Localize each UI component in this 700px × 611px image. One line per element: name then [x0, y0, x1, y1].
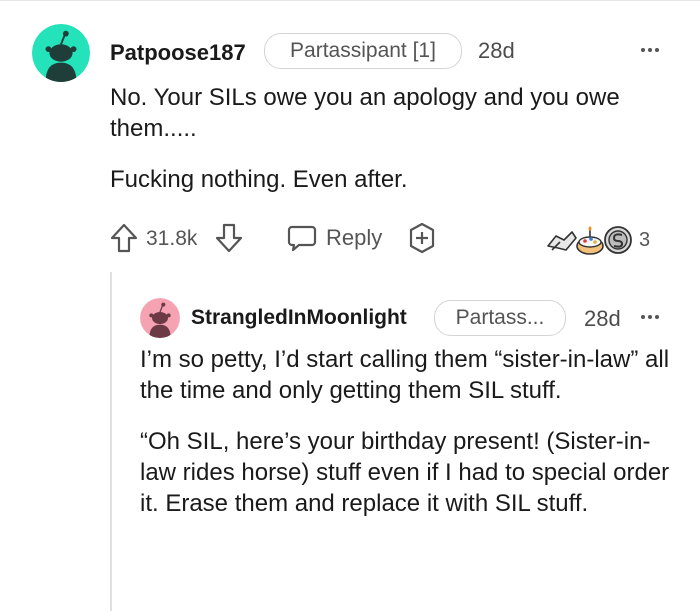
reply-body: I’m so petty, I’d start calling them “si…	[140, 344, 675, 519]
comment-paragraph: Fucking nothing. Even after.	[110, 166, 408, 193]
top-divider	[0, 0, 700, 1]
reply-label: Reply	[326, 225, 383, 250]
more-options-icon[interactable]	[641, 315, 659, 319]
thread-line[interactable]	[110, 272, 112, 611]
user-flair: Partassipant [1]	[264, 33, 462, 69]
snoo-avatar-icon	[140, 298, 180, 338]
username[interactable]: StrangledInMoonlight	[191, 306, 407, 330]
give-award-icon	[409, 222, 435, 254]
reply-button[interactable]: Reply	[286, 222, 382, 254]
vote-score: 31.8k	[146, 227, 198, 250]
user-avatar[interactable]	[140, 298, 180, 338]
upvote-button[interactable]	[109, 222, 139, 254]
awards-list[interactable]	[546, 224, 636, 256]
more-options-icon[interactable]	[641, 48, 659, 52]
username[interactable]: Patpoose187	[110, 40, 246, 66]
comment-age[interactable]: 28d	[584, 306, 621, 332]
downvote-icon	[215, 223, 243, 253]
award-count: 3	[639, 229, 651, 251]
comment-age[interactable]: 28d	[478, 38, 515, 64]
downvote-button[interactable]	[214, 222, 244, 254]
user-flair: Partass...	[434, 300, 566, 336]
reply-paragraph: I’m so petty, I’d start calling them “si…	[140, 346, 670, 404]
upvote-icon	[110, 223, 138, 253]
reply-paragraph: “Oh SIL, here’s your birthday present! (…	[140, 428, 670, 517]
snoo-avatar-icon	[32, 24, 90, 82]
comment-body: No. Your SILs owe you an apology and you…	[110, 82, 650, 195]
award-icon	[547, 226, 632, 255]
user-avatar[interactable]	[32, 24, 90, 82]
give-award-button[interactable]	[405, 221, 439, 255]
comment-paragraph: No. Your SILs owe you an apology and you…	[110, 84, 620, 142]
reply-icon	[287, 225, 317, 252]
